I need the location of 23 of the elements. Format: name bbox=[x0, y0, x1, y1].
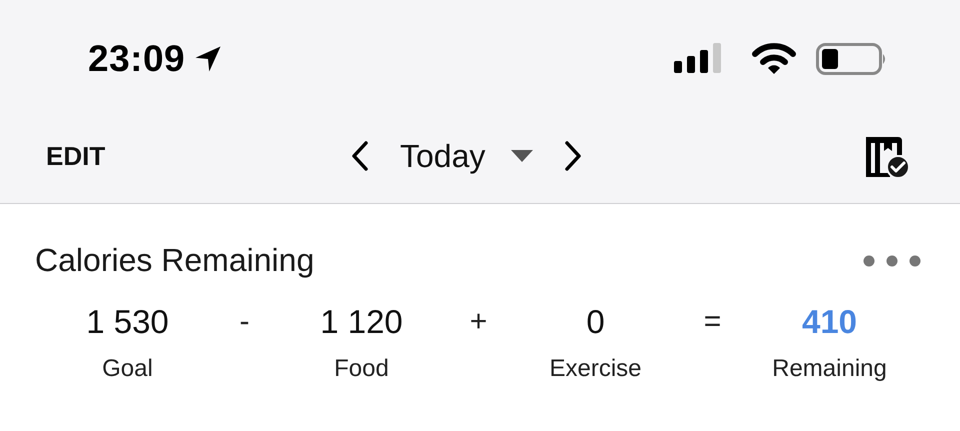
caret-icon bbox=[511, 150, 534, 162]
calorie-value: 410 bbox=[802, 303, 858, 341]
operator-sign: = bbox=[704, 305, 722, 339]
calorie-value: 1 530 bbox=[86, 303, 169, 341]
calorie-value: 0 bbox=[586, 303, 605, 341]
calorie-label: Remaining bbox=[772, 355, 887, 383]
location-arrow-icon bbox=[193, 44, 224, 74]
next-day-chevron-icon[interactable] bbox=[563, 140, 584, 172]
card-title: Calories Remaining bbox=[35, 242, 314, 279]
date-dropdown[interactable]: Today bbox=[400, 138, 534, 174]
calorie-value: 1 120 bbox=[320, 303, 403, 341]
status-time: 23:09 bbox=[88, 38, 186, 80]
battery-icon bbox=[816, 43, 888, 75]
edit-button[interactable]: EDIT bbox=[46, 140, 106, 172]
calorie-label: Exercise bbox=[549, 355, 642, 383]
operator-sign: + bbox=[470, 305, 488, 339]
more-icon[interactable] bbox=[862, 254, 922, 268]
wifi-icon bbox=[752, 43, 796, 75]
signal-icon bbox=[674, 43, 724, 75]
calorie-label: Goal bbox=[102, 355, 153, 383]
operator-sign: - bbox=[240, 305, 250, 339]
calorie-label: Food bbox=[334, 355, 389, 383]
previous-day-chevron-icon[interactable] bbox=[350, 140, 370, 172]
